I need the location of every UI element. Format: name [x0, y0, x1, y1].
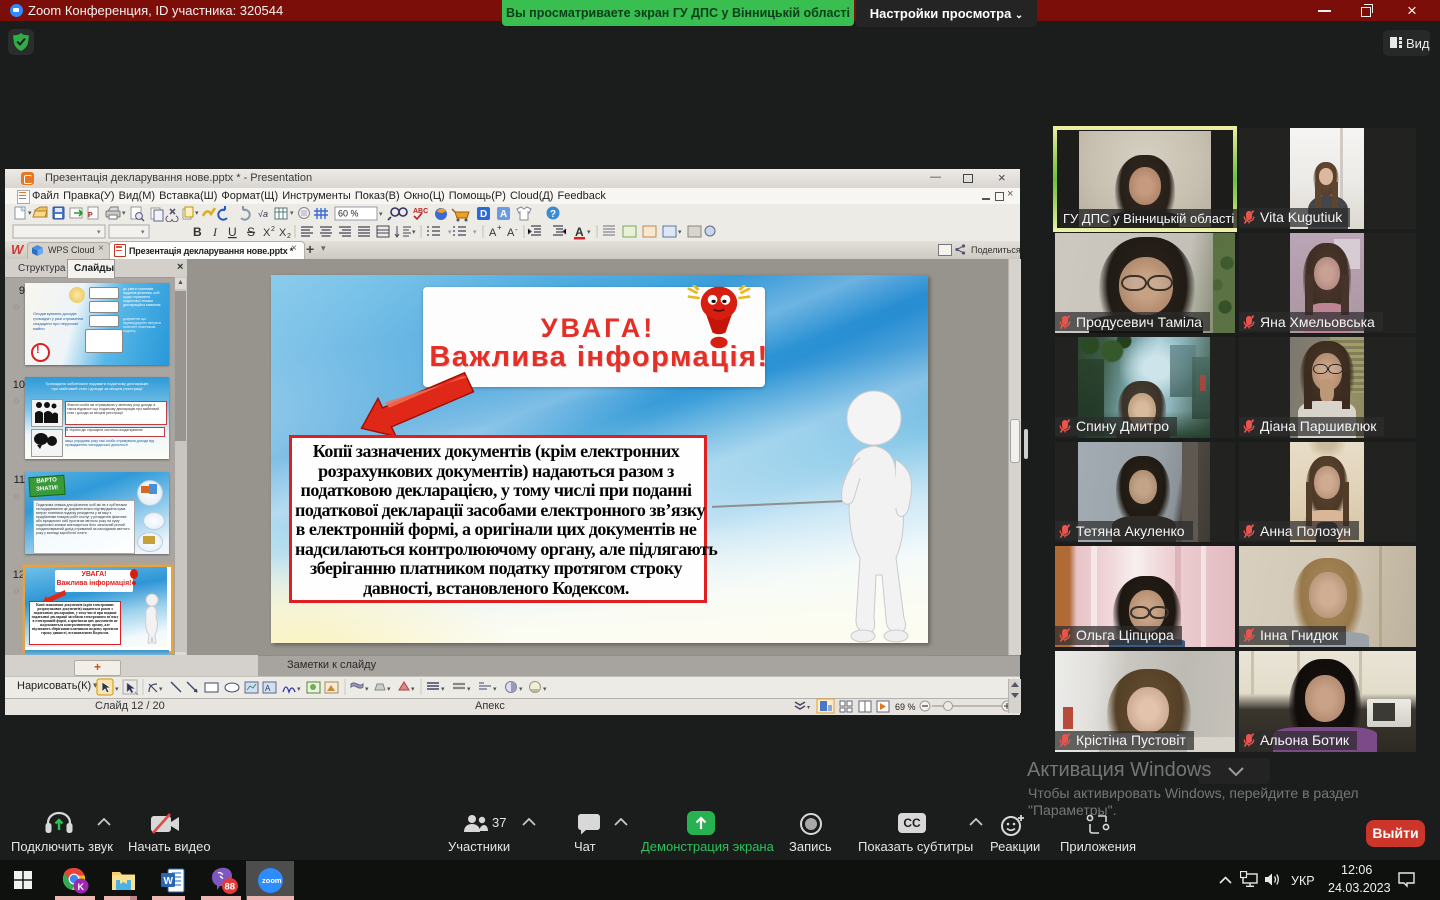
- svg-text:B: B: [193, 225, 202, 239]
- svg-text:▾: ▾: [411, 686, 415, 693]
- svg-text:P: P: [88, 212, 93, 219]
- svg-text:88: 88: [225, 882, 236, 893]
- svg-text:U: U: [228, 225, 237, 239]
- svg-text:A: A: [575, 225, 584, 239]
- svg-text:▾: ▾: [115, 686, 119, 693]
- svg-text:X: X: [279, 227, 287, 239]
- svg-text:+: +: [497, 223, 502, 232]
- svg-text:60 %: 60 %: [338, 209, 359, 219]
- svg-text:K: K: [78, 882, 85, 892]
- svg-text:▾: ▾: [807, 705, 810, 711]
- svg-text:?: ?: [550, 209, 556, 220]
- svg-text:I: I: [212, 225, 218, 239]
- svg-text:▾: ▾: [379, 211, 383, 218]
- svg-text:▾: ▾: [28, 210, 32, 217]
- svg-text:W: W: [164, 876, 174, 887]
- svg-text:▾: ▾: [290, 210, 294, 217]
- svg-text:▾: ▾: [678, 229, 682, 236]
- svg-text:▾: ▾: [297, 686, 301, 693]
- svg-text:▾: ▾: [493, 686, 497, 693]
- svg-text:▾: ▾: [97, 229, 101, 236]
- svg-text:-: -: [515, 225, 518, 234]
- svg-text:69 %: 69 %: [895, 702, 916, 712]
- svg-text:D: D: [480, 209, 487, 220]
- svg-text:▾: ▾: [195, 210, 199, 217]
- svg-text:▾: ▾: [467, 686, 471, 693]
- svg-text:A: A: [507, 227, 515, 239]
- svg-text:2: 2: [271, 226, 275, 233]
- svg-text:▾: ▾: [122, 210, 126, 217]
- svg-text:▾: ▾: [141, 229, 145, 236]
- svg-text:X: X: [263, 227, 271, 239]
- svg-text:S: S: [247, 225, 255, 239]
- svg-text:A: A: [500, 209, 507, 220]
- svg-text:A: A: [489, 227, 497, 239]
- svg-text:▾: ▾: [441, 686, 445, 693]
- svg-text:▾: ▾: [412, 229, 416, 236]
- svg-text:▾: ▾: [159, 686, 163, 693]
- svg-text:▾: ▾: [387, 686, 391, 693]
- svg-text:▾: ▾: [587, 229, 591, 236]
- svg-text:▾: ▾: [543, 686, 547, 693]
- svg-text:▾: ▾: [473, 229, 477, 236]
- svg-text:▾: ▾: [519, 686, 523, 693]
- svg-text:▾: ▾: [448, 229, 452, 236]
- svg-text:▾: ▾: [365, 686, 369, 693]
- svg-text:√a: √a: [258, 209, 268, 219]
- svg-text:2: 2: [287, 233, 291, 240]
- svg-text:A: A: [265, 684, 271, 693]
